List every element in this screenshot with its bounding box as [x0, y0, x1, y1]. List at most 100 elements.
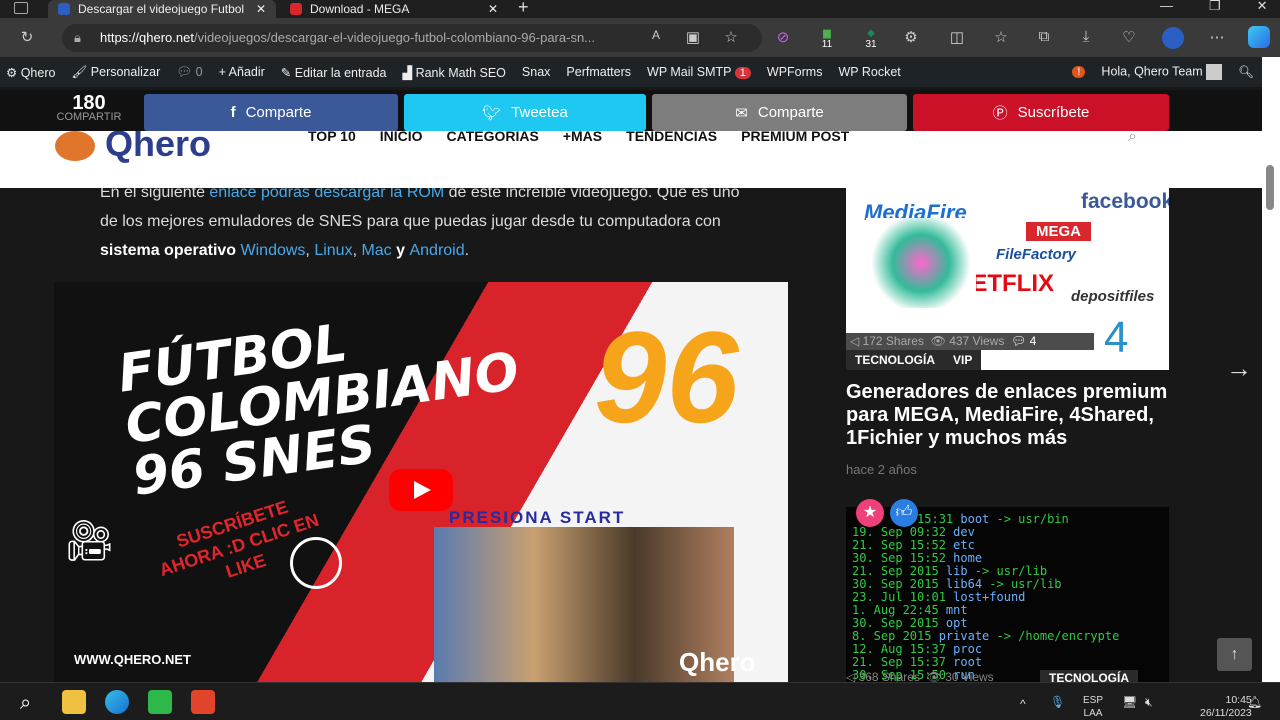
- tab-qhero[interactable]: Descargar el videojuego Futbol C ✕: [48, 0, 276, 18]
- favorite-star-icon[interactable]: ☆: [720, 28, 742, 46]
- wp-smtp-link[interactable]: WP Mail SMTP 1: [647, 65, 751, 79]
- collections-icon[interactable]: ⧉: [1033, 28, 1055, 45]
- user-avatar: [1206, 64, 1223, 80]
- extensions-icon[interactable]: ⚙: [900, 28, 922, 46]
- logo-mega: MEGA: [1026, 222, 1091, 241]
- notifications-icon[interactable]: 🔔︎: [1247, 695, 1262, 709]
- restore-button[interactable]: ❐: [1209, 0, 1221, 14]
- favorites-icon[interactable]: ☆: [990, 28, 1012, 46]
- wp-account-link[interactable]: Hola, Qhero Team: [1101, 64, 1223, 80]
- shares-count: 172 Shares: [862, 334, 924, 348]
- wp-edit-post-link[interactable]: ✎ Editar la entrada: [281, 65, 387, 80]
- tab-mega[interactable]: Download - MEGA ✕: [280, 0, 508, 18]
- button-label: Suscríbete: [1017, 104, 1090, 121]
- nav-premium-post[interactable]: PREMIUM POST: [741, 131, 849, 145]
- wp-perfmatters-link[interactable]: Perfmatters: [566, 65, 631, 79]
- logo-facebook: facebook: [1081, 190, 1169, 213]
- language-indicator[interactable]: ESP LAA: [1083, 694, 1103, 720]
- category-vip[interactable]: VIP: [953, 350, 972, 370]
- split-screen-icon[interactable]: ◫: [946, 28, 968, 46]
- browser-essentials-icon[interactable]: ♡: [1118, 28, 1140, 46]
- alert-icon[interactable]: !: [1072, 66, 1086, 78]
- wp-customize-link[interactable]: 🖌︎ Personalizar: [71, 65, 160, 80]
- twitter-share-button[interactable]: 🐦︎ Tweetea: [404, 94, 646, 131]
- nav-inicio[interactable]: INICIO: [380, 131, 423, 145]
- play-button[interactable]: [389, 469, 453, 511]
- extension-11-icon[interactable]: ▆ 11: [816, 28, 838, 50]
- nav-mas[interactable]: +MÁS: [563, 131, 602, 145]
- mega-favicon: [290, 3, 302, 15]
- more-menu-icon[interactable]: ⋯: [1206, 28, 1228, 46]
- category-tecnologia[interactable]: TECNOLOGÍA: [855, 350, 935, 370]
- nav-tendencias[interactable]: TENDENCIAS: [626, 131, 717, 145]
- nav-top10[interactable]: TOP 10: [308, 131, 356, 145]
- read-aloud-icon[interactable]: A: [645, 28, 667, 42]
- press-start: PRESIONA START: [449, 508, 626, 527]
- android-link[interactable]: Android: [409, 242, 464, 259]
- immersive-reader-icon[interactable]: ▣: [682, 28, 704, 46]
- extension-31-icon[interactable]: ◆ 31: [860, 28, 882, 50]
- wp-admin-bar: ⚙ Qhero 🖌︎ Personalizar 💬︎ 0 + Añadir ✎ …: [0, 57, 1262, 87]
- close-tab-icon[interactable]: ✕: [256, 3, 266, 15]
- copilot-icon[interactable]: [1248, 26, 1270, 48]
- button-label: Comparte: [757, 104, 824, 121]
- linux-link[interactable]: Linux: [314, 242, 352, 259]
- wp-rankmath-link[interactable]: ▟ Rank Math SEO: [402, 65, 505, 80]
- video-title: FÚTBOL COLOMBIANO 96 SNES: [114, 313, 523, 508]
- network-icon[interactable]: 🖥︎: [1122, 695, 1137, 709]
- share-count: 180 COMPARTIR: [50, 92, 128, 123]
- tab-title: Download - MEGA: [310, 2, 410, 16]
- edit-label: Editar la entrada: [294, 65, 387, 80]
- microphone-icon[interactable]: 🎙︎: [1050, 695, 1065, 709]
- next-arrow-icon[interactable]: →: [1226, 353, 1252, 384]
- search-icon[interactable]: ⌕: [20, 692, 31, 715]
- wp-rocket-link[interactable]: WP Rocket: [838, 65, 900, 79]
- wp-add-new-link[interactable]: + Añadir: [219, 65, 265, 79]
- scroll-to-top-button[interactable]: ↑: [1217, 638, 1252, 671]
- refresh-icon[interactable]: ↻: [16, 28, 38, 46]
- extension-block-icon[interactable]: ⊘: [772, 28, 794, 46]
- wp-comments-link[interactable]: 💬︎ 0: [176, 65, 202, 80]
- camtasia-icon[interactable]: [148, 690, 172, 714]
- file-explorer-icon[interactable]: [62, 690, 86, 714]
- mac-link[interactable]: Mac: [361, 242, 391, 259]
- scrollbar-thumb[interactable]: [1266, 165, 1274, 210]
- downloads-icon[interactable]: ⤓: [1075, 28, 1097, 45]
- tab-actions-icon[interactable]: [14, 2, 28, 14]
- profile-avatar[interactable]: [1162, 27, 1184, 49]
- logos-collage: [866, 218, 976, 308]
- volume-muted-icon[interactable]: 🔇︎: [1145, 695, 1153, 710]
- youtube-video-embed[interactable]: 96 FÚTBOL COLOMBIANO 96 SNES SUSCRÍBETE …: [54, 282, 788, 682]
- facebook-share-button[interactable]: f Comparte: [144, 94, 398, 131]
- close-window-button[interactable]: ✕: [1257, 0, 1268, 14]
- camera-icon: 🎥︎: [64, 519, 115, 563]
- greeting: Hola, Qhero Team: [1101, 64, 1203, 79]
- minimize-button[interactable]: —: [1160, 0, 1173, 14]
- post-thumbnail-terminal[interactable]: 15:31 boot -> usr/bin 19. Sep 09:32 dev …: [846, 507, 1169, 682]
- scrollbar[interactable]: [1262, 57, 1280, 682]
- edge-icon[interactable]: [105, 690, 129, 714]
- site-logo[interactable]: Qhero: [55, 131, 280, 166]
- wp-wpforms-link[interactable]: WPForms: [767, 65, 823, 79]
- search-icon[interactable]: 🔍︎: [1238, 65, 1254, 80]
- wp-site-link[interactable]: ⚙ Qhero: [6, 65, 55, 80]
- pinterest-button[interactable]: Ⓟ Suscríbete: [913, 94, 1169, 131]
- app-icon[interactable]: [191, 690, 215, 714]
- post-title-link[interactable]: Generadores de enlaces premium para MEGA…: [846, 381, 1176, 450]
- nav-categorias[interactable]: CATEGORÍAS: [447, 131, 539, 145]
- sep: ,: [305, 242, 315, 259]
- email-share-button[interactable]: ✉ Comparte: [652, 94, 907, 131]
- tray-chevron-icon[interactable]: ^: [1020, 697, 1026, 711]
- logo-depositfiles: depositfiles: [1071, 288, 1155, 305]
- site-name: Qhero: [20, 65, 56, 80]
- share-count-label: COMPARTIR: [56, 111, 122, 123]
- facebook-icon: f: [230, 104, 236, 121]
- customize-label: Personalizar: [90, 64, 161, 79]
- extension-badge: 11: [821, 39, 833, 50]
- close-tab-icon[interactable]: ✕: [488, 3, 498, 15]
- wp-snax-link[interactable]: Snax: [522, 65, 551, 79]
- windows-link[interactable]: Windows: [241, 242, 306, 259]
- clock[interactable]: 10:45 26/11/2023: [1200, 694, 1252, 720]
- button-label: Comparte: [245, 104, 312, 121]
- new-tab-button[interactable]: +: [518, 0, 529, 18]
